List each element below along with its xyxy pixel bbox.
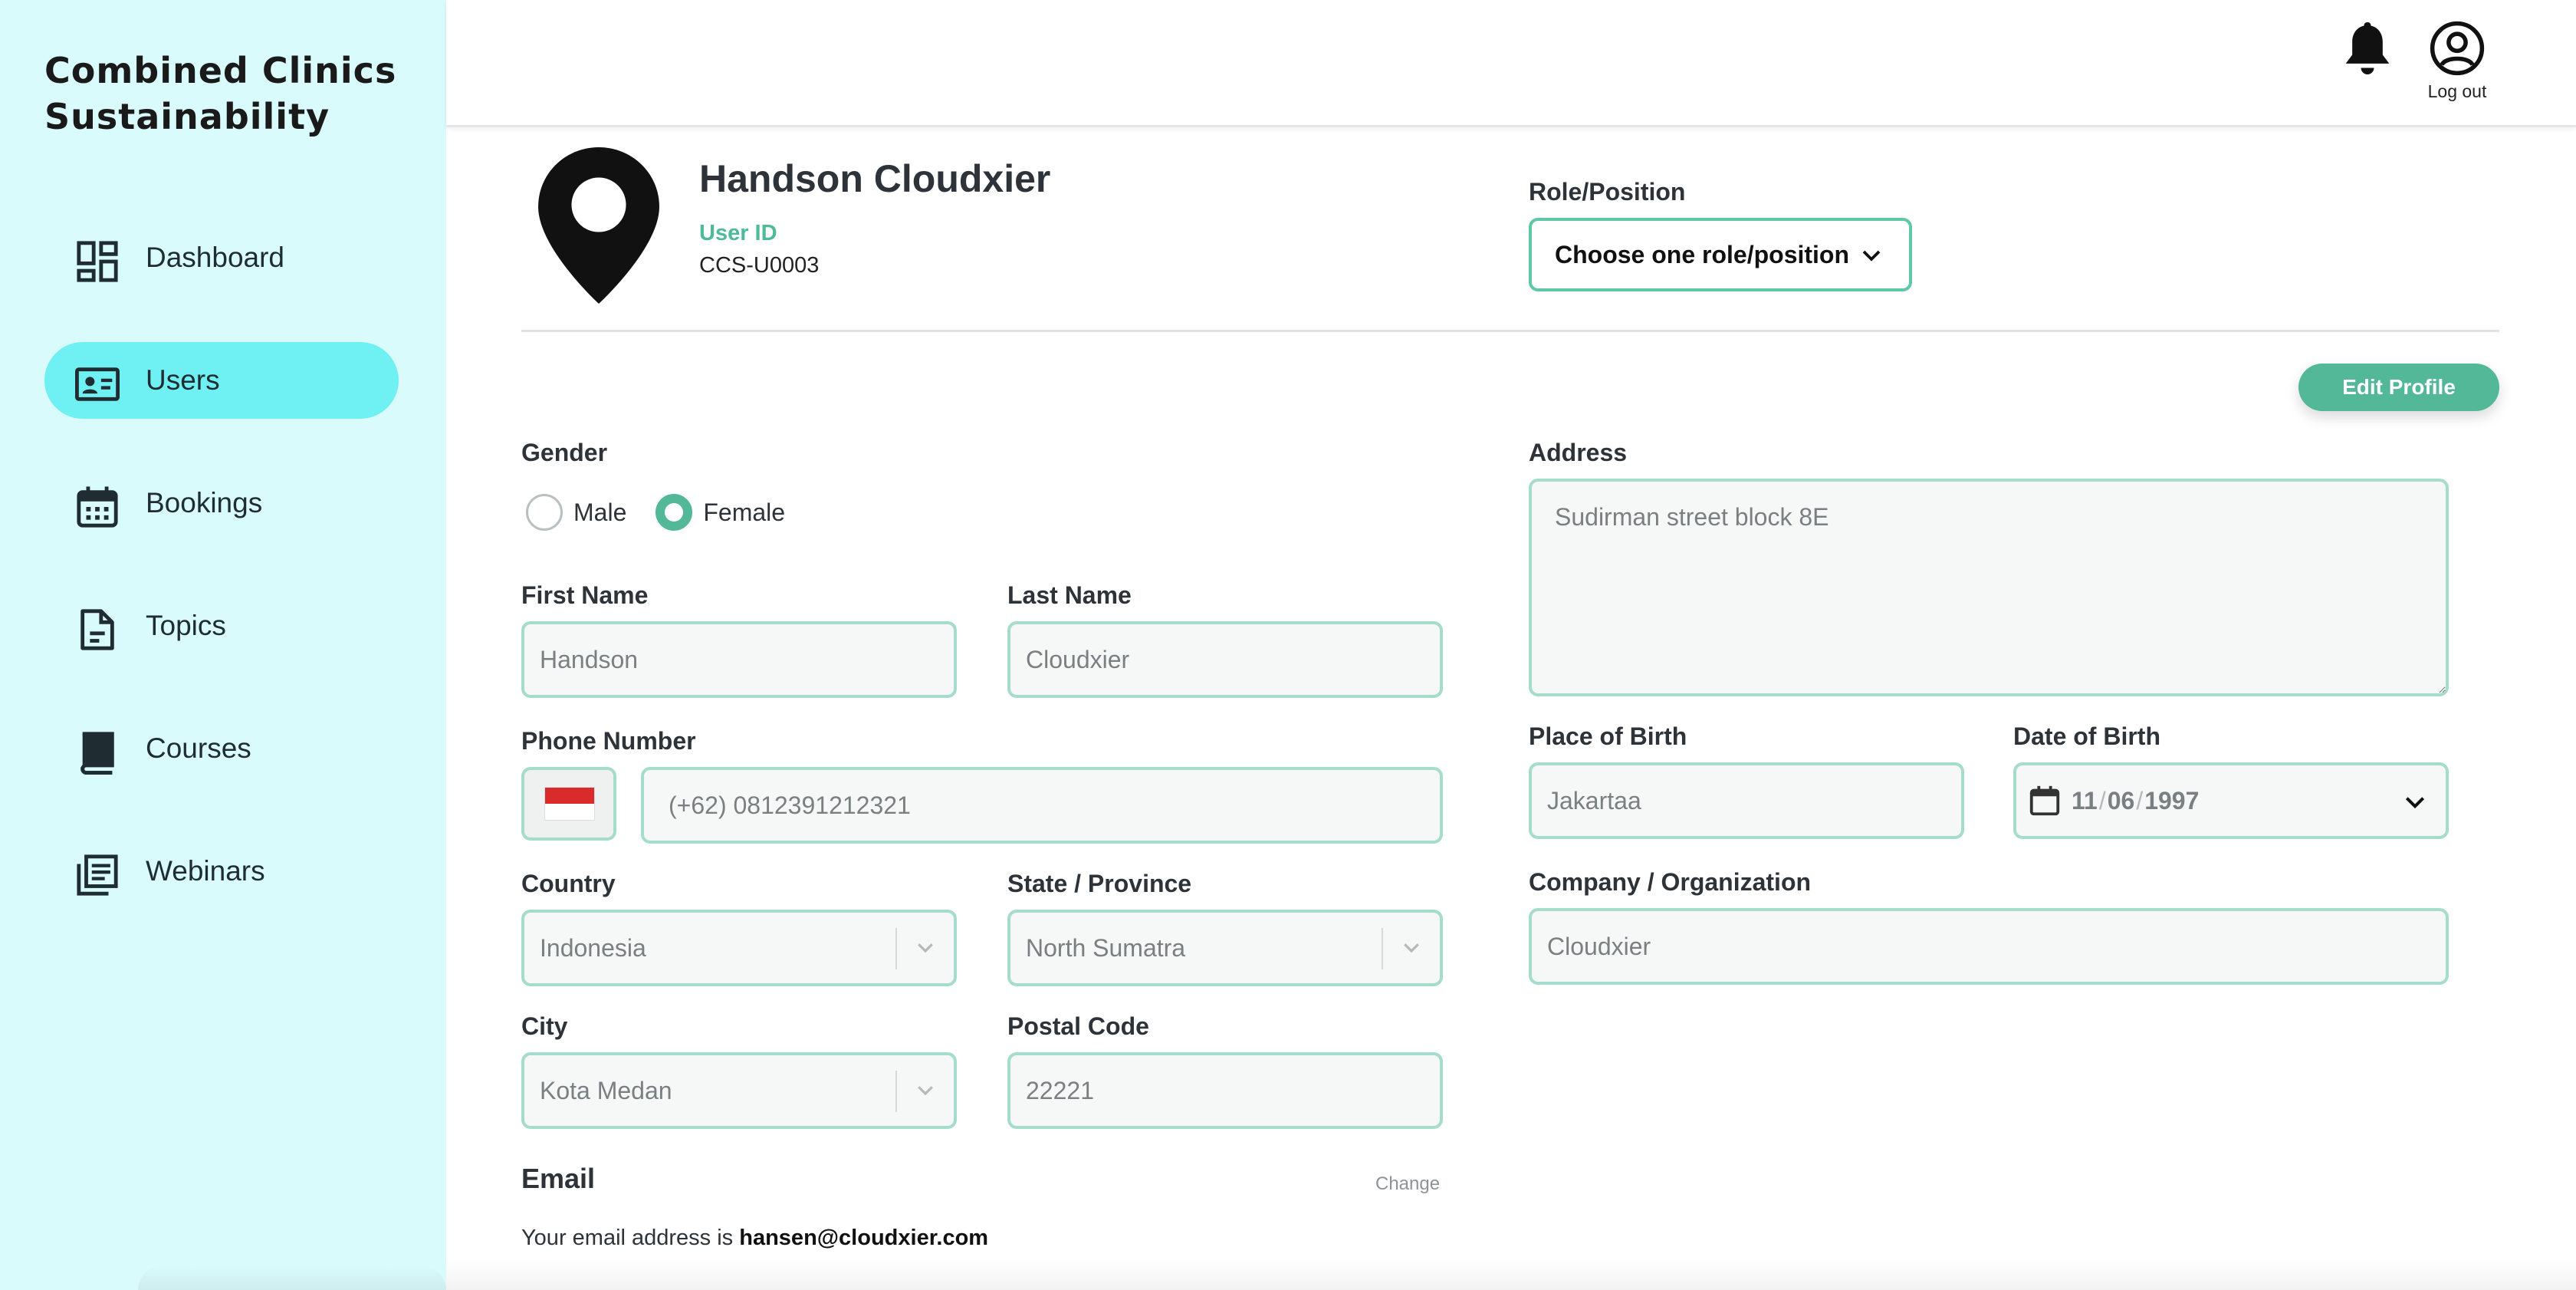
city-value: Kota Medan (540, 1076, 672, 1104)
document-icon (80, 609, 114, 650)
logout-button[interactable]: Log out (2423, 20, 2492, 104)
birth-place-label: Place of Birth (1529, 722, 1687, 750)
email-title: Email (521, 1163, 596, 1194)
user-id-label: User ID (699, 221, 777, 245)
book-icon (80, 732, 114, 775)
email-info: Your email address is hansen@cloudxier.c… (521, 1226, 988, 1251)
radio-label-female: Female (703, 498, 786, 526)
last-name-label: Last Name (1007, 581, 1132, 609)
birth-date-picker[interactable]: 11 / 06 / 1997 (2013, 762, 2449, 839)
city-label: City (521, 1012, 568, 1040)
birth-place-input[interactable] (1547, 786, 1961, 815)
company-input[interactable] (1547, 932, 2446, 961)
select-separator (895, 1071, 897, 1112)
sidebar-item-label: Topics (146, 610, 226, 641)
sidebar-item-label: Dashboard (146, 242, 285, 273)
role-select[interactable]: Choose one role/position (1529, 218, 1912, 291)
country-label: Country (521, 870, 616, 897)
birth-date-label: Date of Birth (2013, 722, 2160, 750)
radio-circle-selected (656, 494, 693, 531)
email-prefix: Your email address is (521, 1226, 740, 1250)
birth-date-day[interactable]: 06 (2108, 787, 2135, 815)
phone-label: Phone Number (521, 727, 696, 755)
calendar-icon (2029, 785, 2060, 816)
radio-label-male: Male (573, 498, 627, 526)
state-label: State / Province (1007, 870, 1192, 897)
sidebar-item-label: Bookings (146, 487, 263, 518)
state-value: North Sumatra (1026, 933, 1186, 962)
sidebar-item-label: Webinars (146, 855, 265, 887)
gender-radio-female[interactable]: Female (656, 494, 785, 531)
company-field[interactable] (1529, 908, 2449, 985)
sidebar-item-topics[interactable]: Topics (44, 587, 399, 664)
select-separator (895, 928, 897, 969)
sidebar-item-webinars[interactable]: Webinars (44, 833, 399, 910)
gender-radio-male[interactable]: Male (526, 494, 626, 531)
first-name-field[interactable] (521, 621, 957, 698)
first-name-label: First Name (521, 581, 649, 609)
sidebar: Combined Clinics Sustainability Dashboar… (0, 0, 446, 1290)
header-divider (521, 330, 2499, 332)
chevron-down-icon (2405, 797, 2425, 809)
sidebar-item-courses[interactable]: Courses (44, 710, 399, 787)
gender-radio-group: Male Female (526, 494, 814, 531)
newspaper-icon (77, 854, 118, 896)
notification-bell-icon[interactable] (2341, 20, 2394, 77)
sidebar-item-bookings[interactable]: Bookings (44, 465, 399, 541)
sidebar-item-dashboard[interactable]: Dashboard (44, 219, 399, 296)
id-card-icon (75, 367, 120, 401)
date-separator: / (2098, 786, 2106, 814)
sidebar-bottom-shadow (138, 1265, 446, 1290)
gender-label: Gender (521, 439, 608, 466)
logout-label: Log out (2427, 81, 2487, 101)
sidebar-item-label: Users (146, 364, 220, 396)
chevron-down-icon (918, 1086, 933, 1096)
company-label: Company / Organization (1529, 868, 1812, 896)
address-textarea[interactable]: Sudirman street block 8E (1529, 479, 2449, 696)
role-label: Role/Position (1529, 178, 1686, 206)
state-select[interactable]: North Sumatra (1007, 910, 1443, 986)
top-bar (446, 0, 2576, 127)
location-pin-icon (538, 147, 659, 304)
postal-code-label: Postal Code (1007, 1012, 1149, 1040)
profile-name: Handson Cloudxier (699, 157, 1051, 200)
radio-circle (526, 494, 563, 531)
postal-code-input[interactable] (1026, 1076, 1440, 1105)
phone-field[interactable] (641, 767, 1443, 844)
bottom-shadow (446, 1258, 2576, 1290)
calendar-icon (77, 486, 118, 528)
birth-date-month[interactable]: 11 (2072, 787, 2098, 815)
user-id-value: CCS-U0003 (699, 253, 820, 278)
first-name-input[interactable] (540, 645, 954, 674)
indonesia-flag-icon (544, 787, 595, 821)
select-separator (1382, 928, 1383, 969)
email-change-link[interactable]: Change (1375, 1173, 1440, 1195)
city-select[interactable]: Kota Medan (521, 1052, 957, 1129)
email-address: hansen@cloudxier.com (739, 1226, 989, 1250)
edit-profile-button[interactable]: Edit Profile (2298, 364, 2499, 411)
chevron-down-icon (1862, 250, 1881, 262)
date-separator: / (2136, 786, 2144, 814)
phone-input[interactable] (669, 791, 1440, 820)
sidebar-item-label: Courses (146, 732, 251, 764)
role-select-value: Choose one role/position (1555, 240, 1850, 268)
country-value: Indonesia (540, 933, 646, 962)
user-account-icon (2430, 21, 2485, 76)
country-code-select[interactable] (521, 767, 616, 841)
chevron-down-icon (1404, 943, 1419, 953)
birth-date-year[interactable]: 1997 (2144, 787, 2199, 815)
last-name-field[interactable] (1007, 621, 1443, 698)
chevron-down-icon (918, 943, 933, 953)
postal-code-field[interactable] (1007, 1052, 1443, 1129)
sidebar-item-users[interactable]: Users (44, 342, 399, 419)
country-select[interactable]: Indonesia (521, 910, 957, 986)
brand-title: Combined Clinics Sustainability (44, 50, 397, 137)
address-label: Address (1529, 439, 1628, 466)
dashboard-icon (77, 241, 118, 282)
birth-place-field[interactable] (1529, 762, 1964, 839)
last-name-input[interactable] (1026, 645, 1440, 674)
